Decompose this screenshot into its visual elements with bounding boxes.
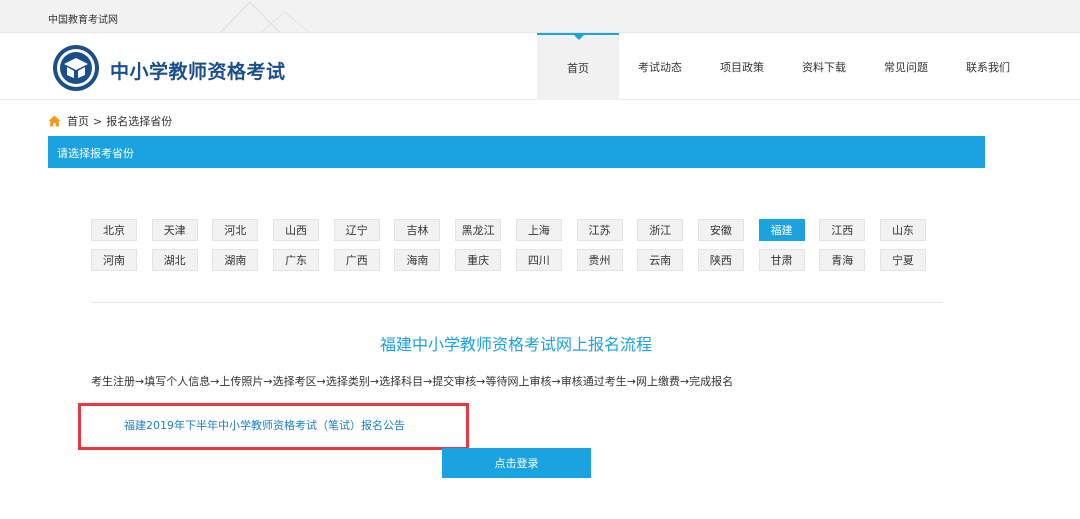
breadcrumb-current: 报名选择省份 [106,115,173,128]
province-button[interactable]: 北京 [91,219,137,241]
province-button[interactable]: 陕西 [697,249,744,271]
breadcrumb: 首页 > 报名选择省份 [48,113,172,129]
breadcrumb-separator: > [93,114,103,128]
site-title[interactable]: 中小学教师资格考试 [110,57,286,84]
notice-link[interactable]: 福建2019年下半年中小学教师资格考试（笔试）报名公告 [124,417,405,433]
province-button[interactable]: 吉林 [394,219,441,241]
province-button[interactable]: 云南 [637,249,684,271]
province-button[interactable]: 浙江 [637,219,684,241]
province-button[interactable]: 江苏 [576,219,623,241]
province-button[interactable]: 山西 [273,219,320,241]
nav-faq[interactable]: 常见问题 [865,33,947,100]
site-name: 中国教育考试网 [48,15,118,26]
province-row: 河南 湖北 湖南 广东 广西 海南 重庆 四川 贵州 云南 陕西 甘肃 青海 宁夏 [91,249,941,271]
province-button[interactable]: 河南 [91,249,137,271]
province-button[interactable]: 湖南 [212,249,259,271]
province-button[interactable]: 辽宁 [333,219,380,241]
breadcrumb-home[interactable]: 首页 [67,113,89,129]
logo-emblem-icon[interactable] [52,44,100,92]
province-button[interactable]: 青海 [819,249,866,271]
province-button[interactable]: 安徽 [697,219,744,241]
flow-title: 福建中小学教师资格考试网上报名流程 [379,335,652,354]
section-header: 请选择报考省份 [48,136,985,168]
province-button[interactable]: 上海 [515,219,562,241]
province-button[interactable]: 山东 [879,219,926,241]
section-title: 请选择报考省份 [57,147,134,160]
login-button[interactable]: 点击登录 [442,448,591,478]
main-nav: 首页 考试动态 项目政策 资料下载 常见问题 联系我们 [537,33,1029,100]
province-button[interactable]: 海南 [394,249,441,271]
flow-steps: 考生注册→填写个人信息→上传照片→选择考区→选择类别→选择科目→提交审核→等待网… [91,375,734,388]
province-button[interactable]: 宁夏 [879,249,926,271]
province-button[interactable]: 湖北 [151,249,198,271]
nav-exam-news[interactable]: 考试动态 [619,33,701,100]
home-icon [48,115,61,127]
province-button[interactable]: 江西 [819,219,866,241]
province-button[interactable]: 广西 [333,249,380,271]
divider [91,302,943,303]
province-button[interactable]: 四川 [515,249,562,271]
province-button[interactable]: 甘肃 [758,249,805,271]
province-button[interactable]: 天津 [151,219,198,241]
province-button[interactable]: 贵州 [576,249,623,271]
header: 中小学教师资格考试 首页 考试动态 项目政策 资料下载 常见问题 联系我们 [0,33,1080,100]
province-button[interactable]: 广东 [273,249,320,271]
top-bar: 中国教育考试网 [0,0,1080,33]
nav-contact[interactable]: 联系我们 [947,33,1029,100]
decorative-lines [220,1,310,32]
nav-policy[interactable]: 项目政策 [701,33,783,100]
province-row: 北京 天津 河北 山西 辽宁 吉林 黑龙江 上海 江苏 浙江 安徽 福建 江西 山东 [91,219,941,241]
province-button[interactable]: 黑龙江 [455,219,502,241]
nav-home[interactable]: 首页 [537,33,619,100]
province-button[interactable]: 福建 [758,219,805,241]
nav-downloads[interactable]: 资料下载 [783,33,865,100]
province-button[interactable]: 重庆 [455,249,502,271]
province-selector: 北京 天津 河北 山西 辽宁 吉林 黑龙江 上海 江苏 浙江 安徽 福建 江西 山东 河南 湖北 湖南 广东 广西… [91,219,941,279]
province-button[interactable]: 河北 [212,219,259,241]
